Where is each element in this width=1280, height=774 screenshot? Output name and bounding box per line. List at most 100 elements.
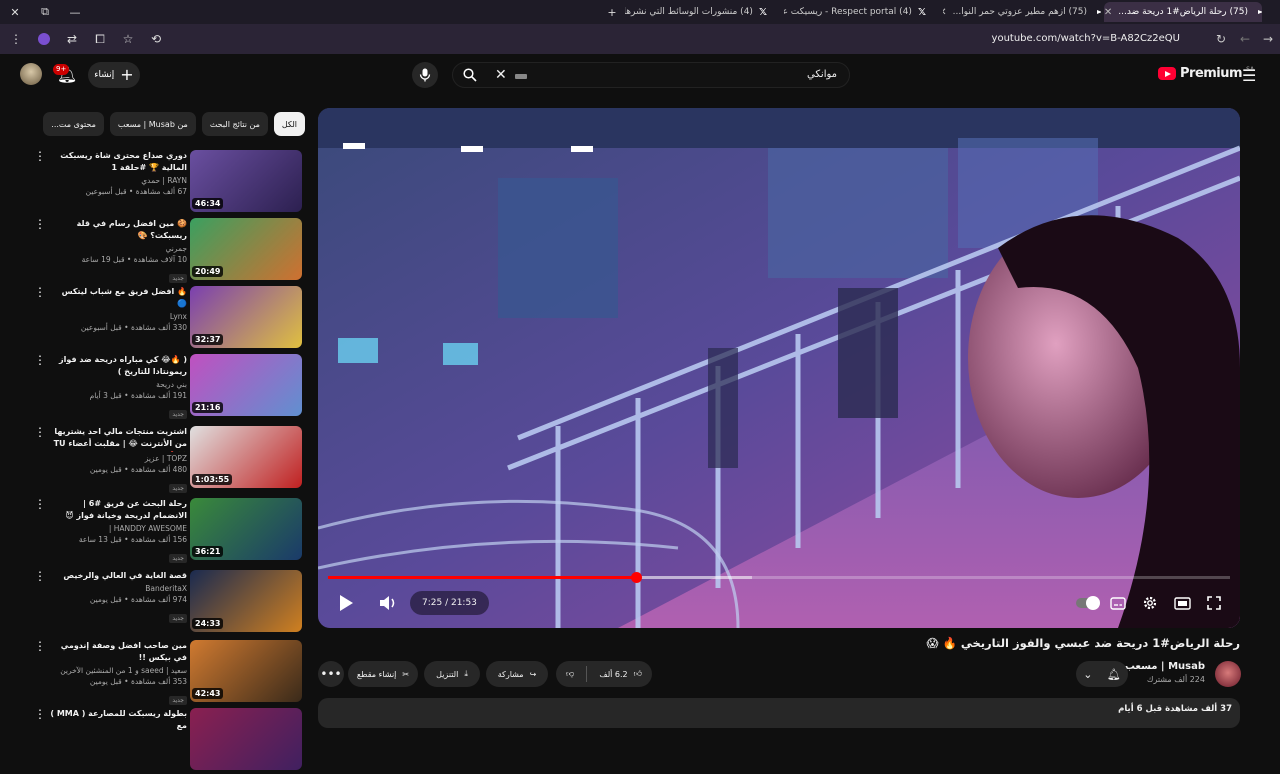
theater-mode-icon[interactable] — [1170, 590, 1194, 616]
autoplay-toggle[interactable] — [1074, 590, 1100, 616]
more-options-icon[interactable]: ⋮ — [34, 640, 46, 652]
account-avatar[interactable] — [20, 63, 42, 85]
clip-button[interactable]: ✂ إنشاء مقطع — [348, 661, 418, 687]
recommendation-channel[interactable]: HANDDY AWESOME | — [50, 523, 187, 534]
more-options-icon[interactable]: ⋮ — [34, 498, 46, 510]
search-input[interactable]: موانكي — [807, 69, 837, 80]
recommendation-item[interactable]: ⋮ قصة الغاية في العالي والرخيص BanderitaX 9… — [30, 570, 306, 636]
recommendation-item[interactable]: ⋮ ( 🔥😂 كي مباراه دريحة ضد فواز ريمونتادا … — [30, 354, 306, 420]
window-minimize-icon[interactable]: — — [60, 0, 90, 24]
window-close-icon[interactable]: ✕ — [0, 0, 30, 24]
channel-name[interactable]: Musab | مسعب — [1125, 661, 1205, 672]
more-options-icon[interactable]: ⋮ — [34, 354, 46, 366]
fullscreen-icon[interactable] — [1202, 590, 1226, 616]
recommendation-channel[interactable]: سعيد | saeed و 1 من المنشئين الآخرين — [50, 665, 187, 676]
recommendation-channel[interactable]: BanderitaX — [50, 583, 187, 594]
settings-gear-icon[interactable] — [1138, 590, 1162, 616]
recommendation-title[interactable]: مين صاحب افضل وصفة إندومي في بيكس !! — [50, 640, 187, 664]
recommendation-thumbnail[interactable]: 20:49 — [190, 218, 302, 280]
recommendation-item[interactable]: ⋮ رحلة البحث عن فريق #6 | الانضمام لدريحة… — [30, 498, 306, 564]
duration-badge: 1:03:55 — [192, 474, 233, 485]
volume-icon[interactable] — [376, 590, 400, 616]
chip-channel[interactable]: من Musab | مسعب — [109, 112, 196, 136]
forward-icon[interactable]: ← — [1233, 27, 1257, 51]
tab-close-icon[interactable]: ✕ — [1104, 7, 1112, 18]
more-actions-icon[interactable]: ••• — [318, 661, 344, 687]
search-icon[interactable] — [463, 68, 477, 82]
recommendation-channel[interactable]: جمرني — [50, 243, 187, 254]
thumbs-down-icon[interactable]: 👎︎ — [566, 669, 574, 679]
create-button[interactable]: إنشاء + — [88, 62, 140, 88]
bookmark-star-icon[interactable]: ☆ — [116, 27, 140, 51]
progress-bar[interactable] — [328, 572, 1230, 583]
recommendation-channel[interactable]: RAYN | حمدي — [50, 175, 187, 186]
recommendation-channel[interactable]: Lynx — [50, 311, 187, 322]
like-button[interactable]: 👍︎ 6.2 ألف — [599, 669, 642, 679]
puzzle-icon[interactable]: ⧠ — [88, 27, 112, 51]
recommendation-channel[interactable]: TOPZ | عزيز — [50, 453, 187, 464]
recommendation-info: اشتريت منتجات مالي احد يشتريها من الأنتر… — [50, 426, 187, 494]
subscribed-button[interactable]: ⌄ 🔔︎ — [1076, 661, 1128, 687]
subtitles-icon[interactable] — [1106, 590, 1130, 616]
reload-icon[interactable]: ↻ — [1209, 27, 1233, 51]
more-options-icon[interactable]: ⋮ — [34, 150, 46, 162]
recommendation-title[interactable]: دوري صداع محترى شاة ريسبكت المالية 🏆 #حل… — [50, 150, 187, 174]
voice-search-icon[interactable] — [412, 62, 438, 88]
search-box[interactable]: ✕ موانكي — [452, 62, 850, 88]
chip-all[interactable]: الكل — [273, 112, 305, 136]
recommendation-thumbnail[interactable]: 46:34 — [190, 150, 302, 212]
recommendation-thumbnail[interactable] — [190, 708, 302, 770]
recommendation-item[interactable]: ⋮ 🔥 افضل فريق مع شباب ليتكس 🔵 Lynx 330 ألف … — [30, 286, 306, 352]
new-tab-button[interactable]: + — [597, 0, 627, 24]
recommendation-item[interactable]: ⋮ اشتريت منتجات مالي احد يشتريها من الأنت… — [30, 426, 306, 494]
description-box[interactable]: 37 ألف مشاهدة قبل 6 أيام — [318, 698, 1240, 728]
youtube-premium-logo[interactable]: Premium SA — [1158, 66, 1254, 81]
back-icon[interactable]: → — [1256, 27, 1280, 51]
browser-tab-active[interactable]: (75) رحلة الرياض#1 دريحة ضد... ✕ — [1104, 2, 1262, 22]
chip-similar[interactable]: محتوى مت... — [43, 112, 104, 136]
recommendation-thumbnail[interactable]: 24:33 — [190, 570, 302, 632]
recommendation-thumbnail[interactable]: 32:37 — [190, 286, 302, 348]
url-field[interactable]: youtube.com/watch?v=B-A82Cz2eQU — [992, 33, 1180, 44]
tab-close-icon[interactable]: ✕ — [943, 7, 947, 18]
download-button[interactable]: ⤓ التنزيل — [424, 661, 480, 687]
chip-related[interactable]: من نتائج البحث — [201, 112, 268, 136]
scrubber-handle[interactable] — [630, 572, 642, 583]
window-restore-icon[interactable]: ⧉ — [30, 0, 60, 24]
browser-tab[interactable]: 𝕏 (4) منشورات الوسائط التي نشرها... ✕ — [625, 2, 775, 22]
recommendation-title[interactable]: ( 🔥😂 كي مباراه دريحة ضد فواز ريمونتادا ل… — [50, 354, 187, 378]
keyboard-icon[interactable] — [515, 74, 527, 79]
translate-icon[interactable]: ⇄ — [60, 27, 84, 51]
recommendation-title[interactable]: 🍪 مين افضل رسام في قلة ريسبكت؟ 🎨 — [50, 218, 187, 242]
channel-avatar[interactable] — [1215, 661, 1241, 687]
guide-menu-icon[interactable]: ☰ — [1242, 66, 1256, 85]
tab-search-icon[interactable]: ⟲ — [144, 27, 168, 51]
recommendation-thumbnail[interactable]: 1:03:55 — [190, 426, 302, 488]
extension-icon[interactable] — [32, 27, 56, 51]
clear-search-icon[interactable]: ✕ — [495, 67, 507, 83]
recommendation-item[interactable]: ⋮ مين صاحب افضل وصفة إندومي في بيكس !! سعي… — [30, 640, 306, 706]
recommendation-item[interactable]: ⋮ بطولة ريسبكت للمصارعة ( MMA ) مع — [30, 708, 306, 774]
more-options-icon[interactable]: ⋮ — [34, 286, 46, 298]
browser-tab[interactable]: 𝕏 (4) Respect portal - ريسيكت على... ✕ — [784, 2, 934, 22]
recommendation-title[interactable]: 🔥 افضل فريق مع شباب ليتكس 🔵 — [50, 286, 187, 310]
menu-dots-icon[interactable]: ⋮ — [4, 27, 28, 51]
recommendation-title[interactable]: رحلة البحث عن فريق #6 | الانضمام لدريحة … — [50, 498, 187, 522]
browser-tab[interactable]: (75) ازهم مطير عزوتي حمر النوا... ✕ — [943, 2, 1101, 22]
video-player[interactable]: 7:25 / 21:53 — [318, 108, 1240, 628]
recommendation-channel[interactable]: بني دريحة — [50, 379, 187, 390]
recommendation-item[interactable]: ⋮ 🍪 مين افضل رسام في قلة ريسبكت؟ 🎨 جمرني 10… — [30, 218, 306, 284]
recommendation-thumbnail[interactable]: 21:16 — [190, 354, 302, 416]
share-button[interactable]: ↪ مشاركة — [486, 661, 548, 687]
recommendation-title[interactable]: اشتريت منتجات مالي احد يشتريها من الأنتر… — [50, 426, 187, 452]
recommendation-thumbnail[interactable]: 42:43 — [190, 640, 302, 702]
more-options-icon[interactable]: ⋮ — [34, 218, 46, 230]
recommendation-item[interactable]: ⋮ دوري صداع محترى شاة ريسبكت المالية 🏆 #ح… — [30, 150, 306, 216]
more-options-icon[interactable]: ⋮ — [34, 570, 46, 582]
more-options-icon[interactable]: ⋮ — [34, 426, 46, 438]
recommendation-thumbnail[interactable]: 36:21 — [190, 498, 302, 560]
play-icon[interactable] — [334, 590, 358, 616]
more-options-icon[interactable]: ⋮ — [34, 708, 46, 720]
recommendation-title[interactable]: قصة الغاية في العالي والرخيص — [50, 570, 187, 582]
recommendation-title[interactable]: بطولة ريسبكت للمصارعة ( MMA ) مع — [50, 708, 187, 732]
